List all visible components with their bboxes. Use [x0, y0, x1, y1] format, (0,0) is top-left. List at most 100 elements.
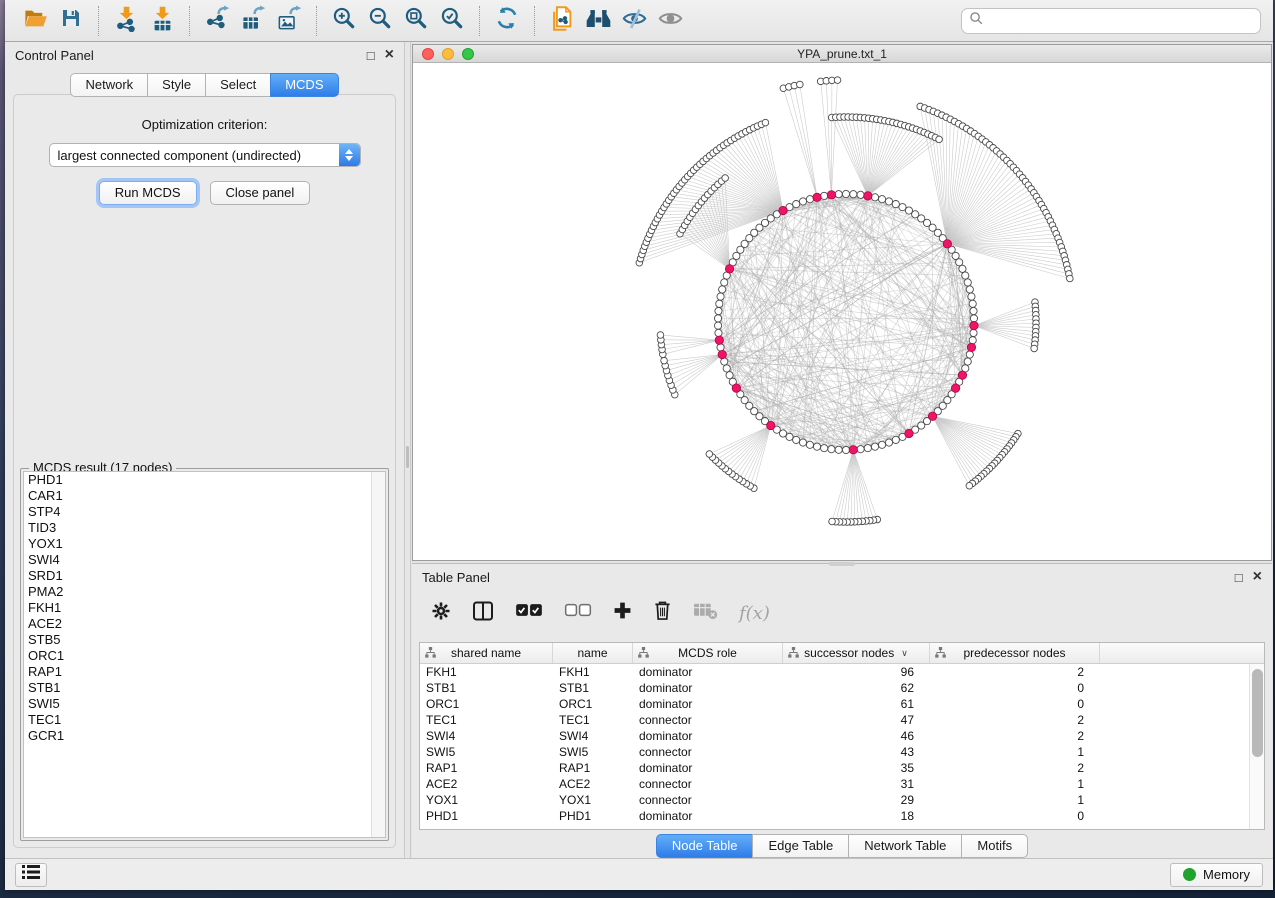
unchecked-boxes-icon — [564, 603, 592, 623]
run-mcds-button[interactable]: Run MCDS — [99, 181, 197, 205]
table-row[interactable]: SWI4SWI4dominator462 — [420, 728, 1264, 744]
import-network-button[interactable] — [108, 4, 144, 38]
function-builder-button[interactable]: f(x) — [739, 603, 770, 624]
tab-style[interactable]: Style — [147, 73, 205, 97]
table-row[interactable]: SWI5SWI5connector431 — [420, 744, 1264, 760]
float-panel-icon[interactable]: □ — [367, 49, 375, 62]
close-table-panel-icon[interactable]: × — [1253, 569, 1262, 585]
tab-select[interactable]: Select — [205, 73, 270, 97]
delete-columns-button[interactable] — [653, 600, 672, 626]
mcds-result-item[interactable]: YOX1 — [24, 536, 385, 552]
zoom-in-button[interactable] — [326, 4, 362, 38]
tab-network-table[interactable]: Network Table — [848, 834, 961, 858]
export-table-button[interactable] — [235, 4, 271, 38]
mcds-result-item[interactable]: ORC1 — [24, 648, 385, 664]
column-header-MCDS-role[interactable]: MCDS role — [633, 643, 783, 663]
table-row[interactable]: ACE2ACE2connector311 — [420, 776, 1264, 792]
deselect-all-rows-button[interactable] — [564, 603, 592, 623]
mcds-result-item[interactable]: STP4 — [24, 504, 385, 520]
open-file-button[interactable] — [17, 4, 53, 38]
mcds-result-item[interactable]: SRD1 — [24, 568, 385, 584]
mcds-result-item[interactable]: PMA2 — [24, 584, 385, 600]
column-header-successor-nodes[interactable]: successor nodes∨ — [783, 643, 930, 663]
network-graph[interactable] — [413, 64, 1271, 560]
network-canvas[interactable] — [413, 64, 1271, 560]
add-column-button[interactable] — [613, 601, 632, 625]
table-row[interactable]: STB1STB1dominator620 — [420, 680, 1264, 696]
network-window-titlebar[interactable]: YPA_prune.txt_1 — [413, 45, 1271, 63]
tab-motifs[interactable]: Motifs — [961, 834, 1028, 858]
vertical-splitter[interactable] — [404, 42, 411, 858]
cell-MCDS-role: dominator — [633, 664, 783, 680]
table-scrollbar[interactable] — [1249, 664, 1264, 829]
close-panel-button[interactable]: Close panel — [210, 181, 311, 205]
table-toolbar: f(x) — [419, 591, 1265, 635]
table-row[interactable]: FKH1FKH1dominator962 — [420, 664, 1264, 680]
mcds-result-item[interactable]: CAR1 — [24, 488, 385, 504]
mcds-result-item[interactable]: FKH1 — [24, 600, 385, 616]
mcds-result-item[interactable]: RAP1 — [24, 664, 385, 680]
tab-node-table[interactable]: Node Table — [656, 834, 753, 858]
column-header-predecessor-nodes[interactable]: predecessor nodes — [930, 643, 1100, 663]
select-all-rows-button[interactable] — [515, 603, 543, 623]
memory-button[interactable]: Memory — [1170, 863, 1263, 887]
mcds-result-item[interactable]: TID3 — [24, 520, 385, 536]
zoom-out-button[interactable] — [362, 4, 398, 38]
mcds-result-item[interactable]: PHD1 — [24, 472, 385, 488]
export-network-button[interactable] — [199, 4, 235, 38]
list-icon — [21, 864, 41, 885]
delete-table-button[interactable] — [693, 601, 718, 625]
optimization-criterion-select[interactable]: largest connected component (undirected) — [49, 143, 361, 167]
export-image-button[interactable] — [271, 4, 307, 38]
zoom-selected-button[interactable] — [434, 4, 470, 38]
cell-name: STB1 — [553, 680, 633, 696]
cell-predecessor-nodes: 2 — [930, 728, 1100, 744]
table-scrollbar-thumb[interactable] — [1252, 669, 1263, 757]
zoom-fit-button[interactable] — [398, 4, 434, 38]
clone-network-button[interactable] — [544, 4, 580, 38]
show-all-button[interactable] — [652, 4, 688, 38]
result-list-scrollbar[interactable] — [371, 472, 385, 837]
cell-shared-name: FKH1 — [420, 664, 553, 680]
table-row[interactable]: YOX1YOX1connector291 — [420, 792, 1264, 808]
column-header-name[interactable]: name — [553, 643, 633, 663]
tab-network[interactable]: Network — [70, 73, 147, 97]
column-header-shared-name[interactable]: shared name — [420, 643, 553, 663]
mcds-result-item[interactable]: SWI4 — [24, 552, 385, 568]
mcds-result-list[interactable]: PHD1CAR1STP4TID3YOX1SWI4SRD1PMA2FKH1ACE2… — [23, 471, 386, 838]
tab-mcds[interactable]: MCDS — [270, 73, 338, 97]
table-row[interactable]: TEC1TEC1connector472 — [420, 712, 1264, 728]
mcds-result-item[interactable]: STB1 — [24, 680, 385, 696]
horizontal-splitter-grip[interactable] — [829, 562, 855, 566]
table-row[interactable]: ORC1ORC1dominator610 — [420, 696, 1264, 712]
cell-shared-name: TEC1 — [420, 712, 553, 728]
mcds-result-item[interactable]: ACE2 — [24, 616, 385, 632]
search-input[interactable] — [984, 13, 1253, 28]
mcds-result-item[interactable]: SWI5 — [24, 696, 385, 712]
table-panel-title: Table Panel — [422, 570, 490, 585]
first-neighbors-button[interactable] — [580, 4, 616, 38]
close-panel-icon[interactable]: × — [385, 47, 394, 63]
sort-indicator-icon: ∨ — [901, 648, 908, 659]
mcds-result-item[interactable]: STB5 — [24, 632, 385, 648]
cell-successor-nodes: 61 — [783, 696, 930, 712]
save-session-button[interactable] — [53, 4, 89, 38]
mcds-result-item[interactable]: GCR1 — [24, 728, 385, 744]
float-table-panel-icon[interactable]: □ — [1235, 571, 1243, 584]
import-table-button[interactable] — [144, 4, 180, 38]
refresh-view-button[interactable] — [489, 4, 525, 38]
table-row[interactable]: RAP1RAP1dominator352 — [420, 760, 1264, 776]
mcds-result-item[interactable]: TEC1 — [24, 712, 385, 728]
column-layout-button[interactable] — [472, 601, 494, 626]
mcds-result-box: MCDS result (17 nodes) PHD1CAR1STP4TID3Y… — [20, 468, 389, 841]
table-row[interactable]: PHD1PHD1dominator180 — [420, 808, 1264, 824]
column-label: predecessor nodes — [963, 646, 1065, 660]
table-settings-button[interactable] — [431, 601, 451, 626]
cell-successor-nodes: 18 — [783, 808, 930, 824]
cell-shared-name: PHD1 — [420, 808, 553, 824]
search-box[interactable] — [961, 8, 1261, 34]
refresh-icon — [494, 5, 520, 36]
show-panel-list-button[interactable] — [15, 863, 47, 887]
hide-selected-button[interactable] — [616, 4, 652, 38]
tab-edge-table[interactable]: Edge Table — [752, 834, 848, 858]
